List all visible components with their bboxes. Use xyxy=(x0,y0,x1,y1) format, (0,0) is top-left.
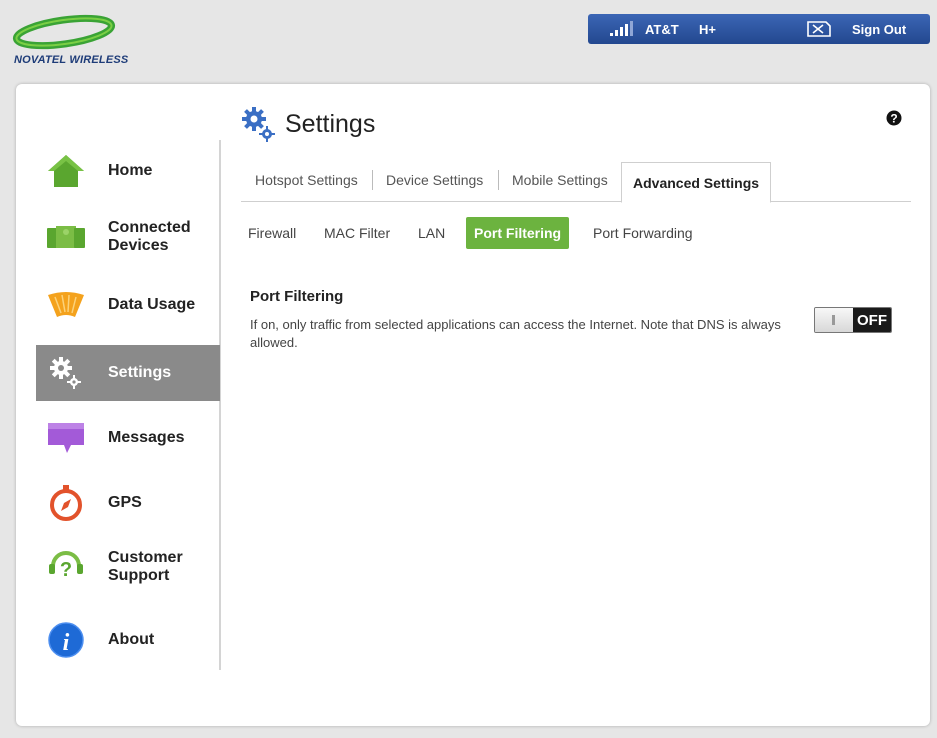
gear-icon xyxy=(50,357,81,389)
sidebar-item-label: Settings xyxy=(108,364,172,381)
network-type: H+ xyxy=(699,22,716,37)
sidebar-item-label: Home xyxy=(108,162,153,179)
tab-divider xyxy=(372,170,373,190)
subtab-port-filtering[interactable]: Port Filtering xyxy=(466,217,570,249)
subtab-firewall[interactable]: Firewall xyxy=(248,225,296,241)
sidebar: Home Connected Devices Data Usage Settin… xyxy=(16,140,221,670)
page-title: Settings xyxy=(285,109,376,138)
signal-strength-icon xyxy=(610,21,633,36)
sign-out-button[interactable]: Sign Out xyxy=(852,22,906,37)
sidebar-item-home[interactable]: Home xyxy=(36,143,220,199)
logo-swoosh-icon xyxy=(12,14,116,50)
sidebar-item-messages[interactable]: Messages xyxy=(36,410,220,466)
sidebar-item-about[interactable]: i About xyxy=(36,612,220,668)
sidebar-item-data-usage[interactable]: Data Usage xyxy=(36,277,220,333)
tab-mobile-settings[interactable]: Mobile Settings xyxy=(512,172,608,188)
sidebar-item-gps[interactable]: GPS xyxy=(36,475,220,531)
status-bar: AT&T H+ Sign Out xyxy=(588,14,930,44)
tab-advanced-settings[interactable]: Advanced Settings xyxy=(621,162,772,203)
settings-gears-icon xyxy=(242,107,275,142)
message-icon xyxy=(48,423,84,453)
sidebar-item-label: GPS xyxy=(108,494,142,511)
section-description: If on, only traffic from selected applic… xyxy=(250,317,781,350)
data-usage-icon xyxy=(48,292,84,317)
novatel-logo: NOVATEL WIRELESS xyxy=(12,14,132,70)
sidebar-item-label: Messages xyxy=(108,429,185,446)
sidebar-item-label: About xyxy=(108,631,155,648)
settings-tabs: Hotspot Settings Device Settings Mobile … xyxy=(241,162,911,203)
port-filtering-toggle[interactable]: OFF xyxy=(814,307,892,333)
toggle-knob xyxy=(815,308,853,332)
sidebar-item-connected-devices[interactable]: Connected Devices xyxy=(36,209,220,265)
carrier-name: AT&T xyxy=(645,22,679,37)
section-title: Port Filtering xyxy=(250,288,344,305)
tab-divider xyxy=(498,170,499,190)
compass-icon xyxy=(50,485,82,521)
home-icon xyxy=(48,155,84,187)
devices-icon xyxy=(47,226,85,248)
subtab-mac-filter[interactable]: MAC Filter xyxy=(324,225,390,241)
no-sim-icon xyxy=(807,21,831,37)
svg-text:?: ? xyxy=(60,559,72,581)
tab-device-settings[interactable]: Device Settings xyxy=(386,172,483,188)
sidebar-item-settings[interactable]: Settings xyxy=(36,345,220,401)
sidebar-item-label: Customer Support xyxy=(108,549,183,584)
svg-text:i: i xyxy=(63,630,70,656)
sidebar-item-label: Connected Devices xyxy=(108,219,191,254)
support-icon: ? xyxy=(49,551,83,581)
tab-hotspot-settings[interactable]: Hotspot Settings xyxy=(255,172,358,188)
sidebar-item-customer-support[interactable]: ? Customer Support xyxy=(36,539,220,595)
info-icon: i xyxy=(48,622,84,658)
subtab-port-forwarding[interactable]: Port Forwarding xyxy=(593,225,693,241)
svg-text:?: ? xyxy=(890,112,897,126)
help-icon[interactable]: ? xyxy=(886,110,902,126)
main-panel: Settings ? Home Connected Devices Data U… xyxy=(16,84,930,726)
toggle-state-label: OFF xyxy=(853,308,891,332)
sidebar-item-label: Data Usage xyxy=(108,296,196,313)
page-header: Settings xyxy=(241,106,375,142)
brand-name: NOVATEL WIRELESS xyxy=(14,54,129,66)
advanced-subtabs: Firewall MAC Filter LAN Port Filtering P… xyxy=(248,217,768,249)
subtab-lan[interactable]: LAN xyxy=(418,225,445,241)
